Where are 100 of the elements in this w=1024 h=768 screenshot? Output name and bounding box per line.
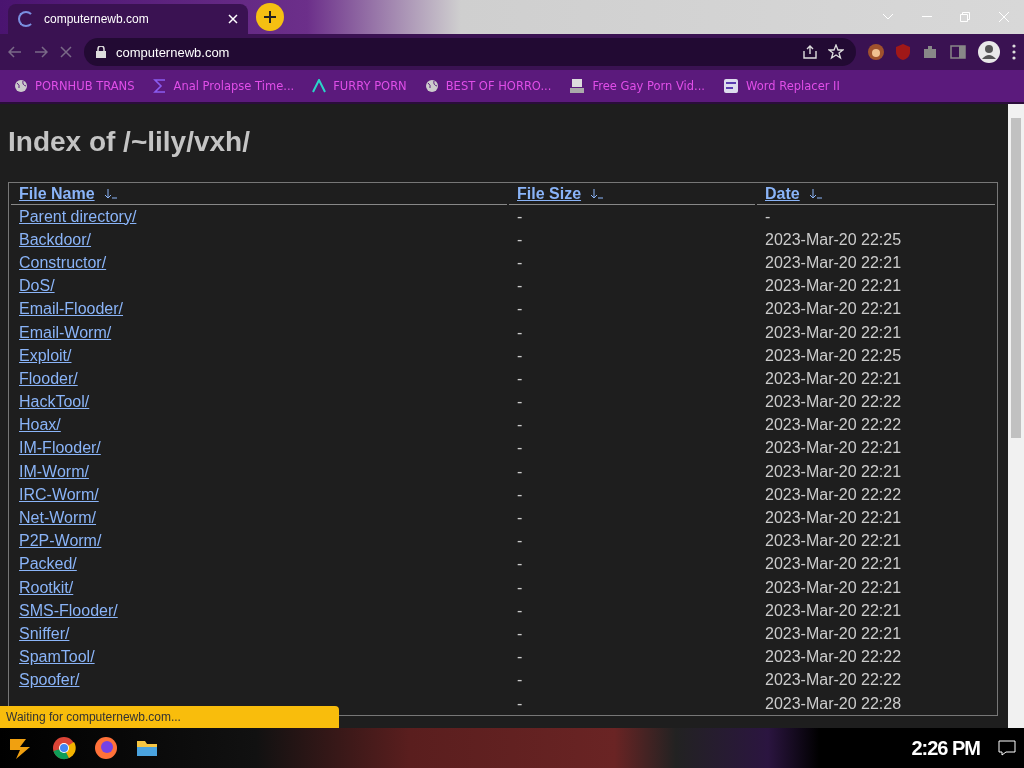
- clock[interactable]: 2:26 PM: [911, 736, 980, 760]
- file-date: 2023-Mar-20 22:22: [765, 416, 902, 434]
- address-bar[interactable]: computernewb.com: [84, 38, 856, 66]
- file-size: -: [517, 648, 523, 666]
- lambda-icon: [312, 79, 327, 93]
- file-date: 2023-Mar-20 22:21: [765, 439, 902, 457]
- file-date: -: [765, 207, 771, 225]
- file-size: -: [517, 253, 523, 271]
- file-date: 2023-Mar-20 22:21: [765, 253, 902, 271]
- menu-icon[interactable]: [1012, 44, 1016, 60]
- page-heading: Index of /~lily/vxh/: [8, 126, 251, 158]
- file-size: -: [517, 578, 523, 596]
- file-size: -: [517, 323, 523, 341]
- sort-arrow-icon: [807, 189, 822, 199]
- file-size: -: [517, 369, 523, 387]
- file-link[interactable]: DoS/: [19, 277, 55, 295]
- file-date: 2023-Mar-20 22:21: [765, 601, 902, 619]
- file-date: 2023-Mar-20 22:21: [765, 509, 902, 527]
- scrollbar-thumb[interactable]: [1011, 118, 1021, 438]
- file-size: -: [517, 624, 523, 642]
- lock-icon: [96, 46, 106, 58]
- file-size: -: [517, 277, 523, 295]
- file-link[interactable]: Hoax/: [19, 416, 61, 434]
- globe-icon: [14, 79, 28, 93]
- star-icon[interactable]: [828, 44, 844, 60]
- file-size: -: [517, 555, 523, 573]
- file-link[interactable]: Exploit/: [19, 346, 72, 364]
- sort-arrow-icon: [102, 189, 117, 199]
- scrollbar[interactable]: [1008, 104, 1024, 728]
- folder-icon[interactable]: [136, 739, 158, 757]
- column-header-link[interactable]: Date: [765, 185, 822, 203]
- file-size: -: [517, 509, 523, 527]
- file-size: -: [517, 393, 523, 411]
- file-size: -: [517, 207, 523, 225]
- column-header-link[interactable]: File Size: [517, 185, 604, 203]
- file-link[interactable]: Parent directory/: [19, 207, 137, 225]
- file-size: -: [517, 694, 523, 712]
- file-date: 2023-Mar-20 22:21: [765, 462, 902, 480]
- notification-icon[interactable]: [998, 740, 1016, 756]
- file-date: 2023-Mar-20 22:22: [765, 671, 902, 689]
- file-date: 2023-Mar-20 22:21: [765, 532, 902, 550]
- file-date: 2023-Mar-20 22:21: [765, 369, 902, 387]
- sigma-icon: [152, 79, 167, 93]
- figure-icon: [569, 78, 586, 94]
- stop-icon[interactable]: [60, 46, 72, 58]
- file-link[interactable]: Backdoor/: [19, 230, 92, 248]
- forward-icon[interactable]: [34, 46, 48, 58]
- file-size: -: [517, 416, 523, 434]
- file-link[interactable]: Net-Worm/: [19, 509, 97, 527]
- file-size: -: [517, 346, 523, 364]
- file-date: 2023-Mar-20 22:21: [765, 578, 902, 596]
- file-date: 2023-Mar-20 22:21: [765, 300, 902, 318]
- url-text: computernewb.com: [116, 44, 231, 60]
- file-date: 2023-Mar-20 22:21: [765, 624, 902, 642]
- file-link[interactable]: IRC-Worm/: [19, 485, 99, 503]
- file-link[interactable]: IM-Flooder/: [19, 439, 101, 457]
- file-link[interactable]: Flooder/: [19, 369, 78, 387]
- share-icon[interactable]: [802, 45, 818, 59]
- browser-tab[interactable]: computernewb.com: [8, 4, 248, 34]
- file-link[interactable]: Spoofer/: [19, 671, 80, 689]
- file-link[interactable]: IM-Worm/: [19, 462, 89, 480]
- profile-icon[interactable]: [978, 41, 1000, 63]
- file-date: 2023-Mar-20 22:22: [765, 485, 902, 503]
- file-date: 2023-Mar-20 22:21: [765, 277, 902, 295]
- file-link[interactable]: Email-Worm/: [19, 323, 112, 341]
- avatar-icon[interactable]: [868, 44, 884, 60]
- globe-icon: [424, 79, 439, 93]
- file-link[interactable]: Constructor/: [19, 253, 107, 271]
- file-link[interactable]: P2P-Worm/: [19, 532, 102, 550]
- file-link[interactable]: Sniffer/: [19, 624, 70, 642]
- file-date: 2023-Mar-20 22:22: [765, 393, 902, 411]
- file-size: -: [517, 462, 523, 480]
- file-link[interactable]: HackTool/: [19, 393, 90, 411]
- file-size: -: [517, 532, 523, 550]
- file-link[interactable]: SpamTool/: [19, 648, 95, 666]
- file-size: -: [517, 300, 523, 318]
- file-size: -: [517, 439, 523, 457]
- file-date: 2023-Mar-20 22:21: [765, 555, 902, 573]
- file-date: 2023-Mar-20 22:25: [765, 346, 902, 364]
- plus-icon: [264, 11, 276, 23]
- new-tab-button[interactable]: [256, 3, 284, 31]
- file-date: 2023-Mar-20 22:21: [765, 323, 902, 341]
- file-date: 2023-Mar-20 22:28: [765, 694, 902, 712]
- tab-title: computernewb.com: [44, 12, 150, 26]
- file-size: -: [517, 601, 523, 619]
- file-size: -: [517, 230, 523, 248]
- file-date: 2023-Mar-20 22:22: [765, 648, 902, 666]
- status-bubble: Waiting for computernewb.com...: [0, 706, 339, 728]
- file-date: 2023-Mar-20 22:25: [765, 230, 902, 248]
- file-link[interactable]: SMS-Flooder/: [19, 601, 118, 619]
- file-link[interactable]: Email-Flooder/: [19, 300, 124, 318]
- notepad-icon: [723, 78, 740, 94]
- column-header-link[interactable]: File Name: [19, 185, 117, 203]
- close-icon[interactable]: [228, 14, 238, 24]
- back-icon[interactable]: [8, 46, 22, 58]
- file-link[interactable]: Packed/: [19, 555, 77, 573]
- sidebar-icon[interactable]: [950, 45, 966, 59]
- file-link[interactable]: Rootkit/: [19, 578, 74, 596]
- browser-icon[interactable]: [52, 736, 76, 760]
- sort-arrow-icon: [589, 189, 604, 199]
